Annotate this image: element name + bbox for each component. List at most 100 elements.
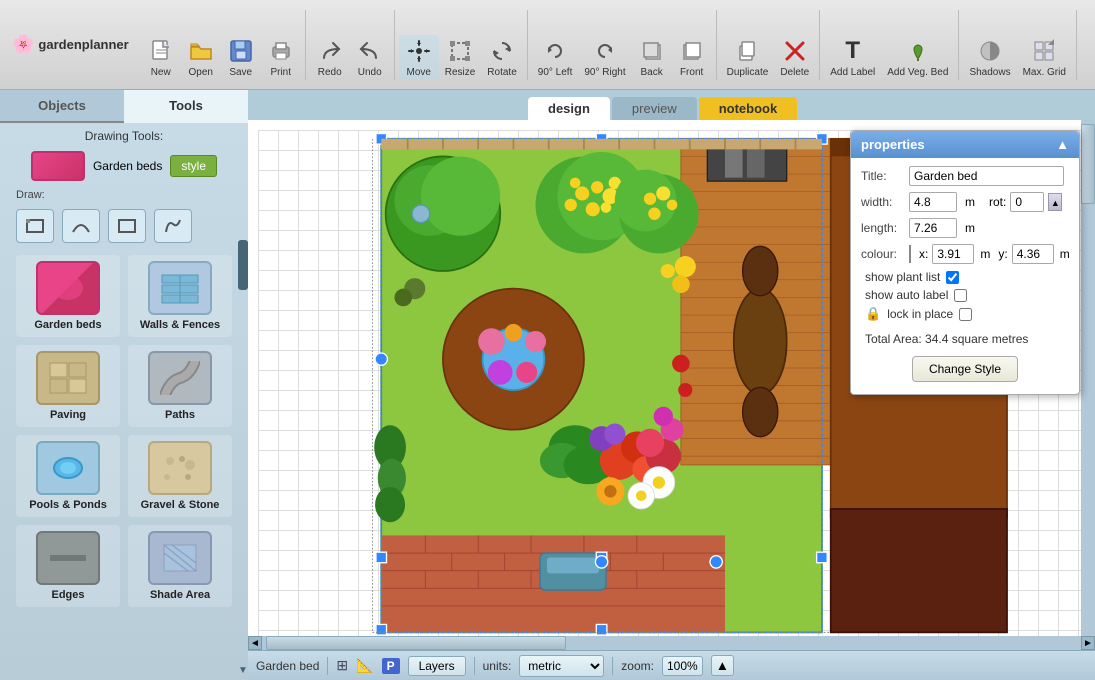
- colour-swatch[interactable]: [909, 245, 911, 263]
- rot-up-arrow[interactable]: ▲: [1048, 193, 1062, 211]
- draw-tool-rect[interactable]: [108, 209, 146, 243]
- redo-button[interactable]: Redo: [310, 35, 350, 80]
- properties-panel: properties ▲ Title: width: m rot: ▲ leng: [850, 130, 1080, 395]
- lock-in-place-checkbox[interactable]: [959, 308, 972, 321]
- delete-icon: [781, 37, 809, 65]
- max-grid-label: Max. Grid: [1023, 67, 1066, 78]
- status-sep-1: [327, 657, 328, 675]
- props-collapse-icon[interactable]: ▲: [1056, 137, 1069, 152]
- tab-tools[interactable]: Tools: [124, 90, 248, 123]
- duplicate-button[interactable]: Duplicate: [721, 35, 775, 80]
- tool-item-walls-fences[interactable]: Walls & Fences: [128, 255, 232, 337]
- zoom-up-button[interactable]: ▲: [711, 655, 734, 676]
- lock-in-place-row: 🔒 lock in place: [861, 306, 1069, 322]
- tool-item-edges[interactable]: Edges: [16, 525, 120, 607]
- garden-bed-status-label: Garden bed: [256, 659, 319, 673]
- y-input[interactable]: [1012, 244, 1054, 264]
- props-body: Title: width: m rot: ▲ length: m: [851, 158, 1079, 394]
- left-panel: Objects Tools Drawing Tools: Garden beds…: [0, 90, 248, 680]
- tool-item-paths[interactable]: Paths: [128, 345, 232, 427]
- grid-icon[interactable]: ⊞: [336, 657, 348, 674]
- new-button[interactable]: New: [141, 35, 181, 80]
- move-button[interactable]: Move: [399, 35, 439, 80]
- layers-button[interactable]: Layers: [408, 656, 466, 676]
- show-auto-label-row: show auto label: [861, 288, 1069, 302]
- tool-item-gravel-stone[interactable]: Gravel & Stone: [128, 435, 232, 517]
- label-toolbar-group: T Add Label Add Veg. Bed: [820, 10, 959, 80]
- change-style-button[interactable]: Change Style: [912, 356, 1018, 382]
- ruler-icon[interactable]: 📐: [356, 657, 373, 674]
- title-input[interactable]: [909, 166, 1064, 186]
- print-icon: [267, 37, 295, 65]
- tool-label-gravel-stone: Gravel & Stone: [141, 499, 220, 511]
- panel-tabs: Objects Tools: [0, 90, 248, 123]
- tab-notebook[interactable]: notebook: [699, 97, 798, 120]
- tool-item-paving[interactable]: Paving: [16, 345, 120, 427]
- draw-label: Draw:: [0, 185, 248, 205]
- open-button[interactable]: Open: [181, 35, 221, 80]
- max-grid-icon: [1030, 37, 1058, 65]
- shadows-label: Shadows: [969, 67, 1010, 78]
- tab-objects[interactable]: Objects: [0, 90, 124, 123]
- draw-tool-curve[interactable]: [62, 209, 100, 243]
- draw-tool-freeform[interactable]: [154, 209, 192, 243]
- units-select[interactable]: metric imperial: [519, 655, 604, 677]
- delete-button[interactable]: Delete: [774, 35, 815, 80]
- tab-design[interactable]: design: [528, 97, 610, 120]
- shadows-button[interactable]: Shadows: [963, 35, 1016, 80]
- tool-item-pools-ponds[interactable]: Pools & Ponds: [16, 435, 120, 517]
- length-unit: m: [965, 221, 975, 235]
- length-input[interactable]: [909, 218, 957, 238]
- print-button[interactable]: Print: [261, 35, 301, 80]
- width-input[interactable]: [909, 192, 957, 212]
- width-label: width:: [861, 195, 905, 209]
- draw-tool-rect-corner[interactable]: [16, 209, 54, 243]
- show-auto-label-checkbox[interactable]: [954, 289, 967, 302]
- width-unit: m: [965, 195, 975, 209]
- colour-row: colour: x: m y: m: [861, 244, 1069, 264]
- rotate-button[interactable]: Rotate: [481, 35, 522, 80]
- tool-item-garden-beds[interactable]: Garden beds: [16, 255, 120, 337]
- tool-label-pools-ponds: Pools & Ponds: [29, 499, 107, 511]
- x-label: x:: [919, 247, 928, 261]
- rotate-left-label: 90° Left: [538, 67, 573, 78]
- front-button[interactable]: Front: [672, 35, 712, 80]
- file-toolbar-group: New Open Save Print: [137, 10, 306, 80]
- x-input[interactable]: [932, 244, 974, 264]
- h-scroll-right[interactable]: ►: [1081, 636, 1095, 650]
- logo-text: gardenplanner: [38, 37, 128, 52]
- save-button[interactable]: Save: [221, 35, 261, 80]
- style-button[interactable]: style: [170, 155, 217, 177]
- v-scroll-thumb[interactable]: [1081, 124, 1095, 204]
- tool-label-paving: Paving: [50, 409, 86, 421]
- lock-icon: 🔒: [865, 306, 881, 322]
- back-button[interactable]: Back: [632, 35, 672, 80]
- rotate-left-button[interactable]: 90° Left: [532, 35, 579, 80]
- rotate-right-icon: [591, 37, 619, 65]
- resize-button[interactable]: Resize: [439, 35, 482, 80]
- tool-icon-shade-area: [148, 531, 212, 585]
- back-label: Back: [640, 67, 662, 78]
- rotate-right-button[interactable]: 90° Right: [578, 35, 631, 80]
- max-grid-button[interactable]: Max. Grid: [1017, 35, 1072, 80]
- h-scroll-left[interactable]: ◄: [248, 636, 262, 650]
- tool-icon-paving: [36, 351, 100, 405]
- show-plant-list-checkbox[interactable]: [946, 271, 959, 284]
- add-veg-bed-button[interactable]: Add Veg. Bed: [881, 35, 954, 80]
- redo-icon: [316, 37, 344, 65]
- garden-bed-preview: Garden beds style: [0, 147, 248, 185]
- duplicate-label: Duplicate: [727, 67, 769, 78]
- open-icon: [187, 37, 215, 65]
- rot-input[interactable]: [1010, 192, 1044, 212]
- orient-toolbar-group: 90° Left 90° Right Back Front: [528, 10, 717, 80]
- undo-button[interactable]: Undo: [350, 35, 390, 80]
- h-scroll-thumb[interactable]: [266, 636, 566, 650]
- p-icon[interactable]: P: [382, 658, 400, 674]
- canvas[interactable]: properties ▲ Title: width: m rot: ▲ leng: [248, 120, 1095, 650]
- tool-item-shade-area[interactable]: Shade Area: [128, 525, 232, 607]
- tool-icon-edges: [36, 531, 100, 585]
- status-sep-3: [612, 657, 613, 675]
- add-label-button[interactable]: T Add Label: [824, 35, 881, 80]
- tab-preview[interactable]: preview: [612, 97, 697, 120]
- garden-bed-preview-label: Garden beds: [93, 159, 162, 173]
